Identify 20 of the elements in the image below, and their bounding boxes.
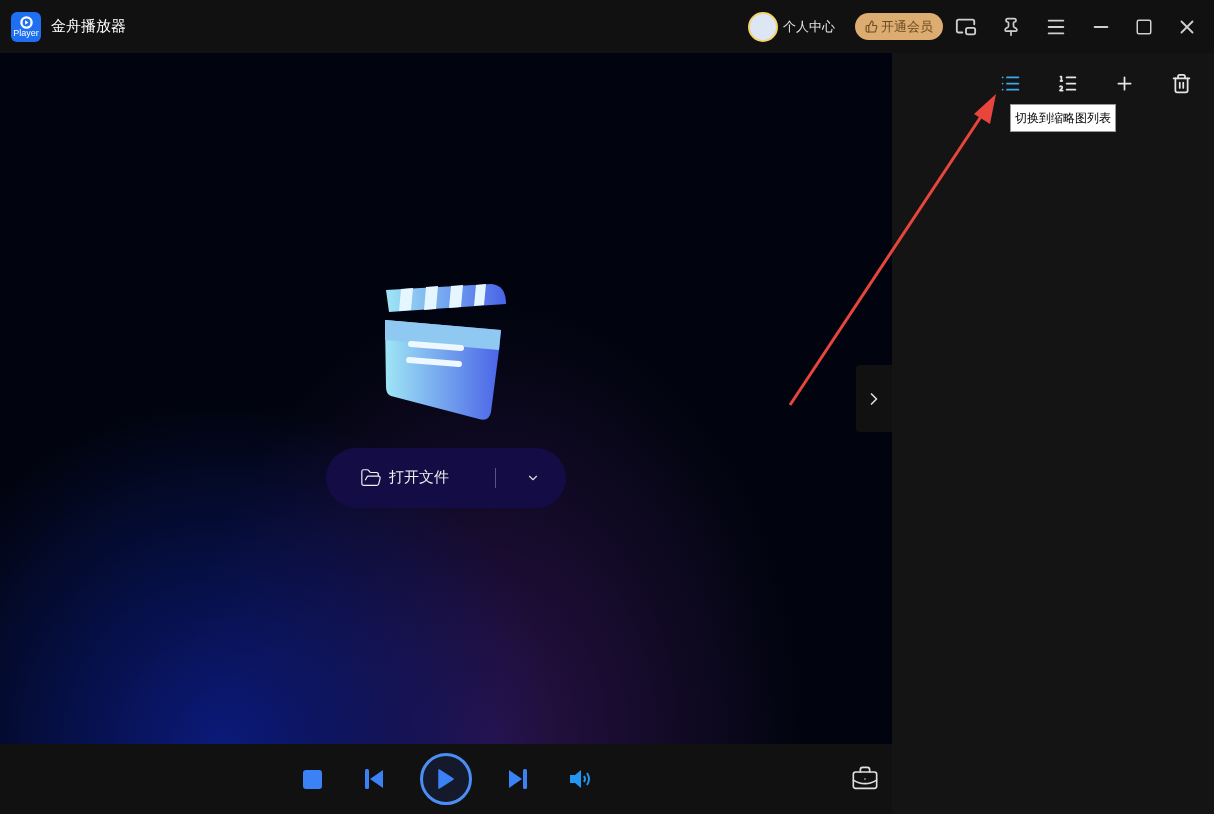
numbered-list-icon[interactable]	[1057, 73, 1078, 94]
play-circle-icon	[19, 15, 33, 29]
open-file-button[interactable]: 打开文件	[360, 466, 449, 489]
delete-icon[interactable]	[1171, 73, 1192, 94]
maximize-icon[interactable]	[1135, 17, 1153, 36]
avatar	[748, 11, 778, 42]
speaker-icon	[569, 769, 591, 789]
play-button[interactable]	[420, 753, 472, 805]
tooltip: 切换到缩略图列表	[1010, 104, 1116, 132]
skip-back-icon	[364, 769, 384, 789]
app-title: 金舟播放器	[51, 16, 126, 37]
pin-icon[interactable]	[1001, 16, 1021, 37]
logo-text: Player	[13, 28, 39, 38]
play-icon	[438, 769, 454, 789]
stop-icon	[302, 769, 322, 789]
skip-forward-icon	[508, 769, 528, 789]
thumbs-up-icon	[865, 20, 878, 33]
folder-icon	[360, 466, 382, 489]
user-center-button[interactable]: 个人中心	[748, 11, 835, 42]
vip-button[interactable]: 开通会员	[855, 13, 943, 40]
